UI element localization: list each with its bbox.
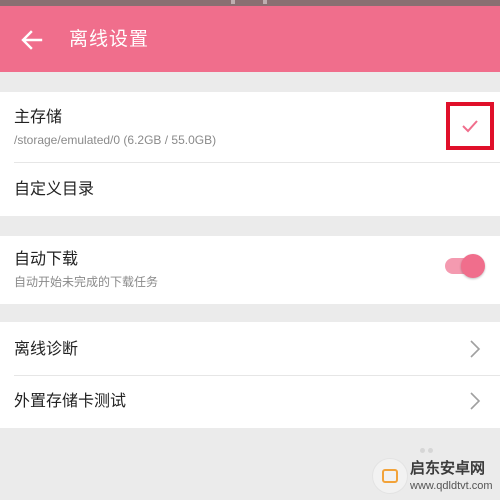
sd-card-test-label: 外置存储卡测试 <box>14 391 127 410</box>
auto-download-label: 自动下载 <box>14 249 79 268</box>
status-mark <box>263 0 267 4</box>
status-mark <box>231 0 235 4</box>
auto-download-row[interactable]: 自动下载 自动开始未完成的下载任务 <box>0 236 500 304</box>
checkmark-icon <box>462 120 478 133</box>
toggle-knob <box>461 254 485 278</box>
custom-directory-row[interactable]: 自定义目录 <box>0 163 500 216</box>
auto-download-toggle[interactable] <box>445 254 485 278</box>
watermark-name: 启东安卓网 <box>410 459 486 477</box>
primary-storage-row[interactable]: 主存储 /storage/emulated/0 (6.2GB / 55.0GB) <box>0 92 500 162</box>
download-section: 自动下载 自动开始未完成的下载任务 <box>0 236 500 304</box>
storage-section: 主存储 /storage/emulated/0 (6.2GB / 55.0GB)… <box>0 92 500 216</box>
chevron-right-icon <box>470 392 481 410</box>
primary-storage-checkbox[interactable] <box>446 102 494 150</box>
watermark: 启东安卓网 www.qdldtvt.com <box>372 456 496 496</box>
chevron-right-icon <box>470 340 481 358</box>
primary-storage-path: /storage/emulated/0 (6.2GB / 55.0GB) <box>14 133 217 147</box>
app-bar: 离线设置 <box>0 6 500 72</box>
page-title: 离线设置 <box>69 28 150 50</box>
watermark-logo-icon <box>372 458 408 494</box>
tools-section: 离线诊断 外置存储卡测试 <box>0 322 500 428</box>
checkbox-box <box>459 115 481 137</box>
custom-directory-label: 自定义目录 <box>14 179 95 198</box>
arrow-left-icon <box>21 30 43 50</box>
decorative-dot <box>428 448 433 453</box>
decorative-dot <box>420 448 425 453</box>
auto-download-description: 自动开始未完成的下载任务 <box>14 275 159 289</box>
back-button[interactable] <box>16 24 48 56</box>
offline-diagnosis-label: 离线诊断 <box>14 339 79 358</box>
watermark-url: www.qdldtvt.com <box>410 480 493 492</box>
offline-diagnosis-row[interactable]: 离线诊断 <box>0 322 500 375</box>
primary-storage-label: 主存储 <box>14 107 63 126</box>
sd-card-test-row[interactable]: 外置存储卡测试 <box>0 376 500 428</box>
